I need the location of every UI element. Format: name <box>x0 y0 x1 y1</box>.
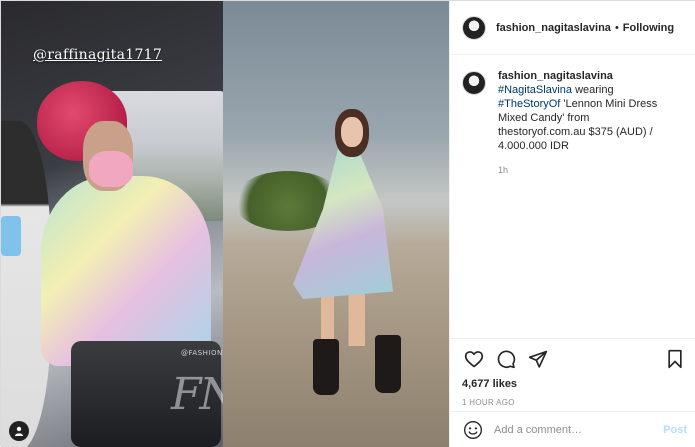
save-button[interactable] <box>663 347 687 371</box>
caption: fashion_nagitaslavina #NagitaSlavina wea… <box>462 69 684 177</box>
driver-dress <box>41 176 211 366</box>
hashtag-thestoryof[interactable]: #TheStoryOf <box>498 98 560 110</box>
watermark-handle: @FASHION_NAGITASLAVINA <box>181 349 223 357</box>
media-right-photo <box>223 1 449 447</box>
emoji-icon <box>464 420 482 439</box>
model-boot-right <box>375 335 401 393</box>
user-tag-button[interactable] <box>9 421 29 441</box>
instagram-post: @raffinagita1717 @FASHION_NAGITASLAVINA … <box>0 0 695 447</box>
action-icons <box>462 347 687 371</box>
hashtag-nagitaslavina[interactable]: #NagitaSlavina <box>498 84 572 96</box>
driver-mask <box>89 151 133 187</box>
like-button[interactable] <box>462 347 486 371</box>
header-separator: • <box>614 21 619 34</box>
caption-time[interactable]: 1h <box>498 163 678 177</box>
caption-text-1: wearing <box>575 84 614 96</box>
post-header: fashion_nagitaslavina • Following <box>450 1 695 55</box>
following-button[interactable]: Following <box>623 22 674 34</box>
post-timestamp[interactable]: 1 HOUR AGO <box>462 398 687 407</box>
header-username[interactable]: fashion_nagitaslavina <box>496 22 611 34</box>
likes-count[interactable]: 4,677 likes <box>462 378 687 390</box>
watermark-logo: FNS <box>171 369 223 420</box>
share-icon <box>528 350 548 368</box>
model-legs <box>321 291 365 346</box>
save-icon <box>668 349 682 369</box>
share-button[interactable] <box>526 347 550 371</box>
passenger-mask <box>1 216 21 256</box>
post-media[interactable]: @raffinagita1717 @FASHION_NAGITASLAVINA … <box>1 1 449 447</box>
media-left-photo: @raffinagita1717 @FASHION_NAGITASLAVINA … <box>1 1 223 447</box>
comments-section: fashion_nagitaslavina #NagitaSlavina wea… <box>450 55 695 338</box>
add-comment-bar: Post <box>450 411 695 447</box>
comment-icon <box>497 350 516 369</box>
caption-avatar[interactable] <box>462 71 486 95</box>
model-boot-left <box>313 339 339 395</box>
avatar[interactable] <box>462 15 486 40</box>
user-tag-icon <box>15 426 23 436</box>
like-icon <box>464 351 484 368</box>
actions-section: 4,677 likes 1 HOUR AGO <box>450 338 695 407</box>
post-comment-button[interactable]: Post <box>663 424 687 436</box>
model-face <box>341 117 363 147</box>
caption-username[interactable]: fashion_nagitaslavina <box>498 70 613 82</box>
comment-button[interactable] <box>494 347 518 371</box>
comment-input[interactable] <box>494 423 664 436</box>
post-sidebar: fashion_nagitaslavina • Following fashio… <box>449 1 695 447</box>
story-mention-tag: @raffinagita1717 <box>33 47 163 63</box>
caption-body: fashion_nagitaslavina #NagitaSlavina wea… <box>498 69 678 177</box>
emoji-button[interactable] <box>462 419 484 441</box>
